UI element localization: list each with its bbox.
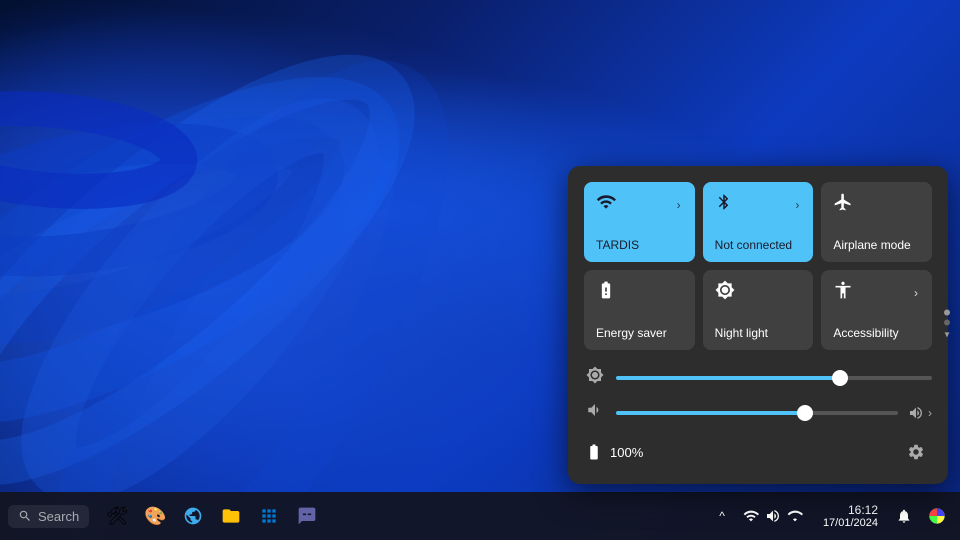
tiles-grid: › TARDIS › Not connected	[584, 182, 932, 350]
nightlight-icon	[715, 280, 735, 305]
wifi-tile-top: ›	[596, 192, 683, 217]
tools-app[interactable]: 🛠	[99, 498, 135, 534]
accessibility-tile-top: ›	[833, 280, 920, 305]
scroll-dot-1	[944, 310, 950, 316]
clock-area[interactable]: 16:12 17/01/2024	[815, 501, 886, 531]
volume-row: ›	[584, 401, 932, 424]
scroll-indicators: ▾	[944, 310, 950, 341]
energy-tile-top	[596, 280, 683, 305]
brightness-icon	[584, 366, 606, 389]
accessibility-chevron[interactable]: ›	[912, 284, 920, 302]
search-box[interactable]: Search	[8, 505, 89, 528]
bluetooth-tile-top: ›	[715, 192, 802, 217]
accessibility-icon	[833, 280, 853, 305]
network-tray-icon	[787, 508, 803, 524]
accessibility-label: Accessibility	[833, 326, 920, 340]
energy-label: Energy saver	[596, 326, 683, 340]
nightlight-tile[interactable]: Night light	[703, 270, 814, 350]
taskbar-left: Search 🛠 🎨	[0, 498, 705, 534]
airplane-tile-top	[833, 192, 920, 217]
airplane-tile[interactable]: Airplane mode	[821, 182, 932, 262]
bluetooth-chevron[interactable]: ›	[793, 196, 801, 214]
nightlight-label: Night light	[715, 326, 802, 340]
folder-icon	[221, 506, 241, 526]
wifi-label: TARDIS	[596, 238, 683, 252]
clock-date: 17/01/2024	[823, 517, 878, 529]
wifi-tray-icon	[743, 508, 759, 524]
brightness-row	[584, 366, 932, 389]
color-button[interactable]	[922, 503, 952, 529]
volume-arrow[interactable]: ›	[928, 406, 932, 420]
edge-icon	[183, 506, 203, 526]
color-icon	[928, 507, 946, 525]
quick-settings-panel: ▾ › TARDIS	[568, 166, 948, 484]
nightlight-tile-top	[715, 280, 802, 305]
battery-info: 100%	[584, 443, 643, 461]
system-tray[interactable]	[735, 504, 811, 528]
teams-app[interactable]	[289, 498, 325, 534]
search-icon	[18, 509, 32, 523]
tray-chevron-button[interactable]: ^	[713, 505, 731, 527]
volume-slider[interactable]	[616, 411, 898, 415]
desktop: ▾ › TARDIS	[0, 0, 960, 540]
edge-app[interactable]	[175, 498, 211, 534]
store-app[interactable]	[251, 498, 287, 534]
energy-icon	[596, 280, 616, 305]
bluetooth-label: Not connected	[715, 238, 802, 252]
volume-icon	[584, 401, 606, 424]
teams-icon	[297, 506, 317, 526]
volume-extra: ›	[908, 405, 932, 421]
bell-icon	[896, 508, 912, 524]
files-app[interactable]	[213, 498, 249, 534]
airplane-icon	[833, 192, 853, 217]
volume-tray-icon	[765, 508, 781, 524]
bluetooth-tile[interactable]: › Not connected	[703, 182, 814, 262]
search-text: Search	[38, 509, 79, 524]
notification-button[interactable]	[890, 504, 918, 528]
colorpicker-app[interactable]: 🎨	[137, 498, 173, 534]
settings-button[interactable]	[900, 436, 932, 468]
brightness-slider[interactable]	[616, 376, 932, 380]
scroll-arrow-down[interactable]: ▾	[944, 330, 949, 341]
taskbar: Search 🛠 🎨	[0, 492, 960, 540]
store-icon	[259, 506, 279, 526]
airplane-label: Airplane mode	[833, 238, 920, 252]
accessibility-tile[interactable]: › Accessibility	[821, 270, 932, 350]
scroll-dot-2	[944, 320, 950, 326]
tray-expand-icon: ^	[719, 509, 725, 523]
qs-footer: 100%	[584, 436, 932, 468]
taskbar-right: ^ 16:12 17/01/2024	[705, 501, 960, 531]
wifi-tile[interactable]: › TARDIS	[584, 182, 695, 262]
wifi-icon	[596, 192, 616, 217]
bluetooth-icon	[715, 192, 733, 217]
energy-tile[interactable]: Energy saver	[584, 270, 695, 350]
wallpaper-swirl	[0, 0, 550, 540]
wifi-chevron[interactable]: ›	[675, 196, 683, 214]
battery-percent: 100%	[610, 445, 643, 460]
clock-time: 16:12	[848, 503, 878, 517]
